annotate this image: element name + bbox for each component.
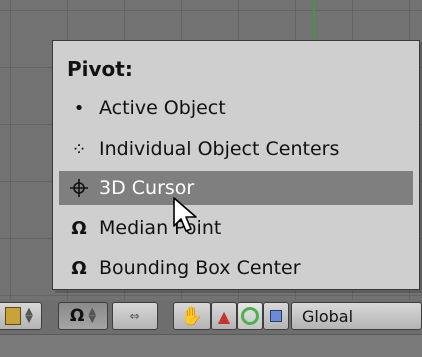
object-mode-icon (5, 307, 22, 325)
translate-manipulator-button[interactable]: ▲ (211, 302, 237, 330)
square-icon (270, 310, 282, 322)
triangle-icon: ▲ (217, 306, 231, 326)
pivot-dropdown[interactable]: Ω ▲ ▼ (58, 302, 108, 330)
median-point-icon: Ω (71, 217, 87, 239)
menu-item-bounding-box-center[interactable]: Ω Bounding Box Center (59, 251, 413, 285)
menu-item-3d-cursor[interactable]: 3D Cursor (59, 171, 413, 205)
scale-manipulator-button[interactable] (263, 302, 289, 330)
menu-item-active-object[interactable]: • Active Object (59, 91, 413, 125)
hand-icon: ✋ (180, 305, 204, 327)
orientation-value: Global (302, 306, 354, 326)
viewport-header-toolbar: ▲ ▼ Ω ▲ ▼ ⇔ ✋ ▲ Global (0, 300, 422, 357)
bounding-box-center-icon: Ω (71, 257, 87, 279)
dropdown-arrows-icon: ▲ ▼ (88, 306, 97, 325)
menu-item-label: Bounding Box Center (99, 257, 301, 279)
ring-icon (241, 307, 259, 325)
y-axis-line (313, 0, 315, 40)
snap-icon: ⇔ (129, 309, 141, 323)
transform-orientation-dropdown[interactable]: Global (291, 302, 422, 330)
active-object-dot-icon: • (73, 97, 85, 119)
menu-item-label: Median Point (99, 217, 222, 239)
pivot-menu: Pivot: • Active Object ⁘ Individual Obje… (52, 40, 420, 290)
mouse-pointer-icon (173, 197, 197, 232)
median-point-icon: Ω (69, 306, 85, 326)
menu-item-individual-object-centers[interactable]: ⁘ Individual Object Centers (59, 132, 413, 166)
crosshair-icon (59, 171, 99, 205)
mode-selector[interactable]: ▲ ▼ (0, 302, 42, 330)
toolbar-lower-strip (0, 334, 422, 357)
snap-toggle-button[interactable]: ⇔ (112, 302, 158, 330)
dropdown-arrows-icon: ▲ ▼ (25, 306, 33, 325)
menu-item-median-point[interactable]: Ω Median Point (59, 211, 413, 245)
menu-title: Pivot: (67, 57, 133, 81)
individual-centers-icon: ⁘ (71, 138, 87, 160)
manipulator-toggle-button[interactable]: ✋ (173, 302, 211, 330)
rotate-manipulator-button[interactable] (237, 302, 263, 330)
menu-item-label: Individual Object Centers (99, 138, 340, 160)
menu-item-label: Active Object (99, 97, 226, 119)
